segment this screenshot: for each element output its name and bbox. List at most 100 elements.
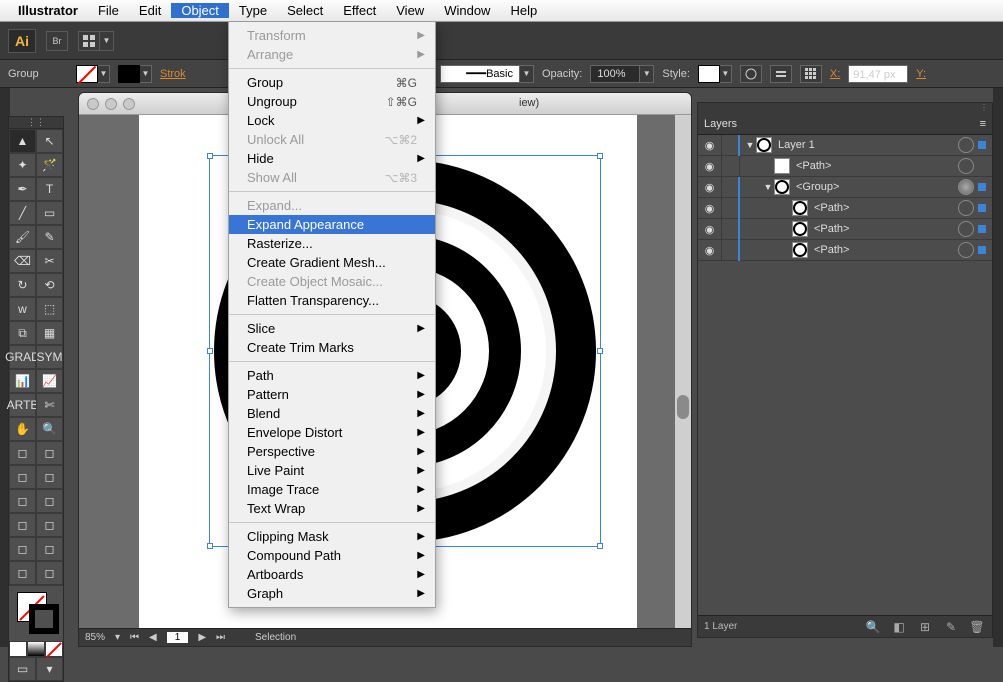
lock-toggle[interactable] <box>722 240 740 261</box>
direct-selection-tool[interactable]: ↖ <box>36 129 63 153</box>
layer-thumbnail[interactable] <box>774 158 790 174</box>
menu-item-ungroup[interactable]: Ungroup⇧⌘G <box>229 92 435 111</box>
lock-toggle[interactable] <box>722 156 740 177</box>
free-transform-tool[interactable]: ⬚ <box>36 297 63 321</box>
tool-34[interactable]: ◻ <box>9 537 36 561</box>
line-tool[interactable]: ╱ <box>9 201 36 225</box>
fill-swatch[interactable]: ▼ <box>76 65 110 83</box>
blob-brush-tool[interactable]: ⌫ <box>9 249 36 273</box>
visibility-toggle-icon[interactable]: ◉ <box>698 177 722 198</box>
menu-object[interactable]: Object <box>171 3 229 18</box>
slice-tool[interactable]: 🔍 <box>36 417 63 441</box>
menu-file[interactable]: File <box>88 3 129 18</box>
perspective-grid-tool[interactable]: ▦ <box>36 321 63 345</box>
zoom-chevron-icon[interactable]: ▾ <box>115 632 120 643</box>
artboard-next-icon[interactable]: ▶ <box>198 632 206 643</box>
layer-thumbnail[interactable] <box>774 179 790 195</box>
menu-effect[interactable]: Effect <box>333 3 386 18</box>
target-icon[interactable] <box>958 200 974 216</box>
handle-br[interactable] <box>597 543 603 549</box>
x-field[interactable]: 91,47 px <box>848 65 908 83</box>
shape-builder-tool[interactable]: ⧉ <box>9 321 36 345</box>
menu-item-create-gradient-mesh[interactable]: Create Gradient Mesh... <box>229 253 435 272</box>
menu-item-envelope-distort[interactable]: Envelope Distort▶ <box>229 423 435 442</box>
arrange-documents-button[interactable]: ▼ <box>78 31 114 51</box>
disclosure-triangle-icon[interactable]: ▼ <box>744 140 756 150</box>
menu-item-hide[interactable]: Hide▶ <box>229 149 435 168</box>
menu-item-artboards[interactable]: Artboards▶ <box>229 565 435 584</box>
menu-item-text-wrap[interactable]: Text Wrap▶ <box>229 499 435 518</box>
eyedropper-tool[interactable]: 📊 <box>9 369 36 393</box>
artboard-number[interactable]: 1 <box>167 632 189 643</box>
tool-31[interactable]: ◻ <box>36 489 63 513</box>
disclosure-triangle-icon[interactable]: ▼ <box>762 182 774 192</box>
menu-item-clipping-mask[interactable]: Clipping Mask▶ <box>229 527 435 546</box>
layer-row[interactable]: ◉ ▼ <Group> <box>698 177 992 198</box>
align-icon[interactable] <box>770 65 792 83</box>
tool-37[interactable]: ◻ <box>36 561 63 585</box>
tool-35[interactable]: ◻ <box>36 537 63 561</box>
tool-36[interactable]: ◻ <box>9 561 36 585</box>
stroke-swatch-large[interactable] <box>29 604 59 634</box>
hand-tool[interactable]: ◻ <box>9 441 36 465</box>
scale-tool[interactable]: ⟲ <box>36 273 63 297</box>
visibility-toggle-icon[interactable]: ◉ <box>698 219 722 240</box>
rectangle-tool[interactable]: ▭ <box>36 201 63 225</box>
lock-toggle[interactable] <box>722 219 740 240</box>
color-mode-none[interactable] <box>45 641 63 657</box>
menu-item-lock[interactable]: Lock▶ <box>229 111 435 130</box>
y-label[interactable]: Y: <box>916 68 926 80</box>
menu-edit[interactable]: Edit <box>129 3 171 18</box>
lock-toggle[interactable] <box>722 198 740 219</box>
traffic-close-icon[interactable] <box>87 98 99 110</box>
layer-row[interactable]: ◉<Path> <box>698 240 992 261</box>
traffic-zoom-icon[interactable] <box>123 98 135 110</box>
menu-item-pattern[interactable]: Pattern▶ <box>229 385 435 404</box>
gradient-tool[interactable]: SYM <box>36 345 63 369</box>
magic-wand-tool[interactable]: ✦ <box>9 153 36 177</box>
menu-item-group[interactable]: Group⌘G <box>229 73 435 92</box>
brush-definition-dropdown[interactable]: ━━━ Basic ▼ <box>440 65 534 83</box>
type-tool[interactable]: T <box>36 177 63 201</box>
zoom-level[interactable]: 85% <box>85 632 105 643</box>
artboard-prev-first-icon[interactable]: ⏮ <box>130 632 139 643</box>
layers-tab[interactable]: Layers <box>704 118 737 130</box>
style-dropdown[interactable]: ▼ <box>698 65 732 83</box>
handle-tl[interactable] <box>207 153 213 159</box>
selection-indicator[interactable] <box>978 204 986 212</box>
new-layer-icon[interactable]: ✎ <box>942 620 960 634</box>
menu-item-create-trim-marks[interactable]: Create Trim Marks <box>229 338 435 357</box>
transform-icon[interactable] <box>800 65 822 83</box>
menu-item-slice[interactable]: Slice▶ <box>229 319 435 338</box>
selection-indicator[interactable] <box>978 246 986 254</box>
tool-30[interactable]: ◻ <box>9 489 36 513</box>
menu-item-graph[interactable]: Graph▶ <box>229 584 435 603</box>
menu-item-compound-path[interactable]: Compound Path▶ <box>229 546 435 565</box>
color-mode-solid[interactable] <box>9 641 27 657</box>
width-tool[interactable]: w <box>9 297 36 321</box>
panel-menu-icon[interactable]: ≡ <box>980 118 986 130</box>
app-name[interactable]: Illustrator <box>18 3 78 18</box>
locate-object-icon[interactable]: 🔍 <box>864 620 882 634</box>
visibility-toggle-icon[interactable]: ◉ <box>698 240 722 261</box>
menu-item-path[interactable]: Path▶ <box>229 366 435 385</box>
target-icon[interactable] <box>958 158 974 174</box>
visibility-toggle-icon[interactable]: ◉ <box>698 198 722 219</box>
layer-name[interactable]: <Path> <box>814 223 958 235</box>
layers-panel-collapse[interactable]: ⋮ <box>698 103 992 113</box>
menu-item-rasterize[interactable]: Rasterize... <box>229 234 435 253</box>
x-label[interactable]: X: <box>830 68 840 80</box>
lock-toggle[interactable] <box>722 177 740 198</box>
menu-item-flatten-transparency[interactable]: Flatten Transparency... <box>229 291 435 310</box>
tool-33[interactable]: ◻ <box>36 513 63 537</box>
delete-layer-icon[interactable]: 🗑 <box>968 620 986 634</box>
blend-tool[interactable]: 📈 <box>36 369 63 393</box>
visibility-toggle-icon[interactable]: ◉ <box>698 135 722 156</box>
selection-indicator[interactable] <box>978 162 986 170</box>
create-sublayer-icon[interactable]: ⊞ <box>916 620 934 634</box>
zoom-tool[interactable]: ◻ <box>36 441 63 465</box>
handle-tr[interactable] <box>597 153 603 159</box>
layer-name[interactable]: <Group> <box>796 181 958 193</box>
selection-indicator[interactable] <box>978 141 986 149</box>
layer-name[interactable]: Layer 1 <box>778 139 958 151</box>
